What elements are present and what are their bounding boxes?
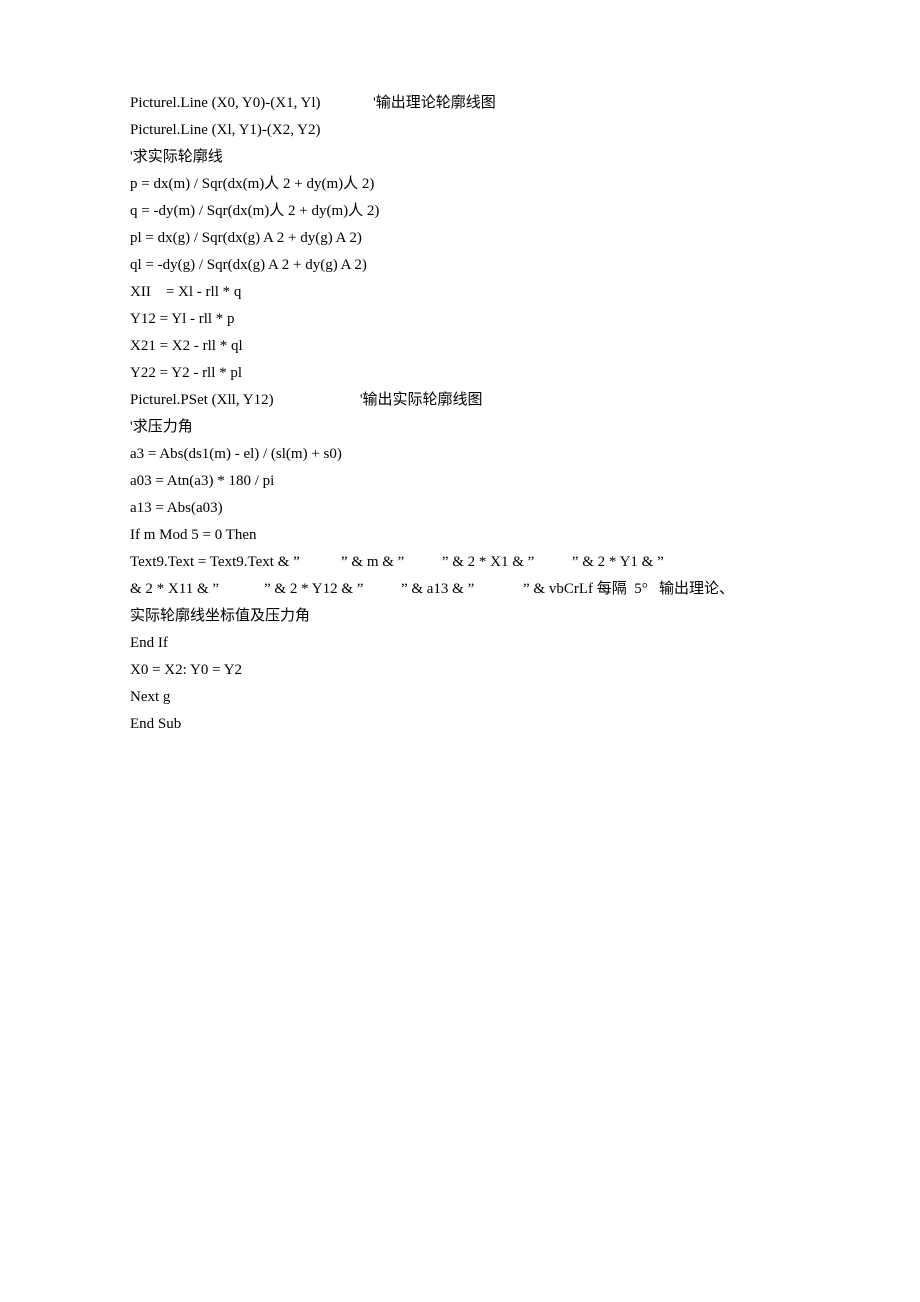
code-line: 实际轮廓线坐标值及压力角 — [130, 603, 790, 630]
document-page: Picturel.Line (X0, Y0)-(X1, Yl) '输出理论轮廓线… — [0, 0, 920, 738]
code-line: pl = dx(g) / Sqr(dx(g) A 2 + dy(g) A 2) — [130, 225, 790, 252]
code-line: Text9.Text = Text9.Text & ” ” & m & ” ” … — [130, 549, 790, 576]
code-line: '求压力角 — [130, 414, 790, 441]
code-line: q = -dy(m) / Sqr(dx(m)人 2 + dy(m)人 2) — [130, 198, 790, 225]
code-line: Y12 = Yl - rll * p — [130, 306, 790, 333]
code-line: a13 = Abs(a03) — [130, 495, 790, 522]
code-line: '求实际轮廓线 — [130, 144, 790, 171]
code-line: Picturel.PSet (Xll, Y12) '输出实际轮廓线图 — [130, 387, 790, 414]
code-line: X0 = X2: Y0 = Y2 — [130, 657, 790, 684]
code-line: X21 = X2 - rll * ql — [130, 333, 790, 360]
code-line: ql = -dy(g) / Sqr(dx(g) A 2 + dy(g) A 2) — [130, 252, 790, 279]
code-line: a03 = Atn(a3) * 180 / pi — [130, 468, 790, 495]
code-line: Next g — [130, 684, 790, 711]
code-line: Y22 = Y2 - rll * pl — [130, 360, 790, 387]
code-line: & 2 * X11 & ” ” & 2 * Y12 & ” ” & a13 & … — [130, 576, 790, 603]
code-line: Picturel.Line (X0, Y0)-(X1, Yl) '输出理论轮廓线… — [130, 90, 790, 117]
code-line: p = dx(m) / Sqr(dx(m)人 2 + dy(m)人 2) — [130, 171, 790, 198]
code-line: Picturel.Line (Xl, Y1)-(X2, Y2) — [130, 117, 790, 144]
code-line: End If — [130, 630, 790, 657]
code-line: a3 = Abs(ds1(m) - el) / (sl(m) + s0) — [130, 441, 790, 468]
code-line: If m Mod 5 = 0 Then — [130, 522, 790, 549]
code-line: XII = Xl - rll * q — [130, 279, 790, 306]
code-line: End Sub — [130, 711, 790, 738]
